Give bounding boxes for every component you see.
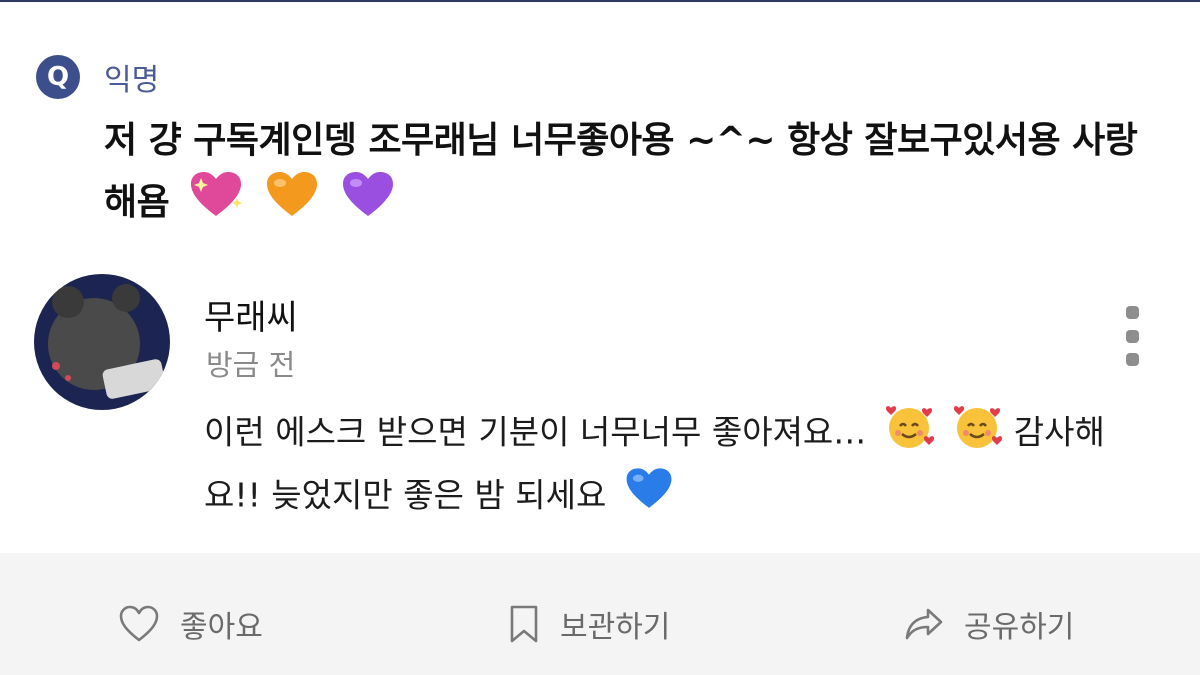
question-header: Q 익명	[36, 54, 159, 100]
more-vertical-icon[interactable]	[1120, 306, 1144, 366]
purple-heart-icon	[339, 170, 397, 238]
avatar[interactable]	[34, 274, 170, 410]
question-text-block: 저 걍 구독계인뎅 조무래님 너무좋아용 ~^~ 항상 잘보구있서용 사랑해욤	[104, 112, 1164, 238]
share-label: 공유하기	[964, 610, 1075, 645]
question-text: 저 걍 구독계인뎅 조무래님 너무좋아용 ~^~ 항상 잘보구있서용 사랑해욤	[104, 120, 1138, 223]
answerer-name[interactable]: 무래씨	[204, 290, 298, 339]
question-badge: Q	[36, 55, 80, 99]
question-author: 익명	[104, 63, 160, 98]
bookmark-outline-icon	[510, 605, 538, 643]
top-divider	[0, 0, 1200, 2]
smiling-face-with-hearts-icon	[951, 402, 1003, 466]
more-dot	[1125, 306, 1139, 319]
more-dot	[1125, 329, 1139, 343]
share-forward-icon	[905, 608, 943, 640]
answer-text-block: 이런 에스크 받으면 기분이 너무너무 좋아져요… 감사해요!! 늦었지만 좋은	[204, 402, 1154, 528]
share-button[interactable]: 공유하기	[904, 603, 1074, 645]
orange-heart-icon	[263, 170, 321, 238]
answer-timestamp: 방금 전	[206, 348, 296, 382]
like-button[interactable]: 좋아요	[118, 603, 263, 645]
heart-outline-icon	[119, 605, 159, 642]
answer-text-part1: 이런 에스크 받으면 기분이 너무너무 좋아져요…	[204, 412, 867, 452]
more-dot	[1125, 353, 1139, 366]
action-bar: 좋아요 보관하기 공유하기	[0, 553, 1200, 675]
save-button[interactable]: 보관하기	[508, 603, 670, 645]
sparkling-heart-icon	[187, 170, 245, 238]
save-label: 보관하기	[560, 610, 671, 645]
smiling-face-with-hearts-icon	[883, 402, 935, 466]
blue-heart-icon	[623, 466, 675, 528]
like-label: 좋아요	[180, 610, 263, 645]
